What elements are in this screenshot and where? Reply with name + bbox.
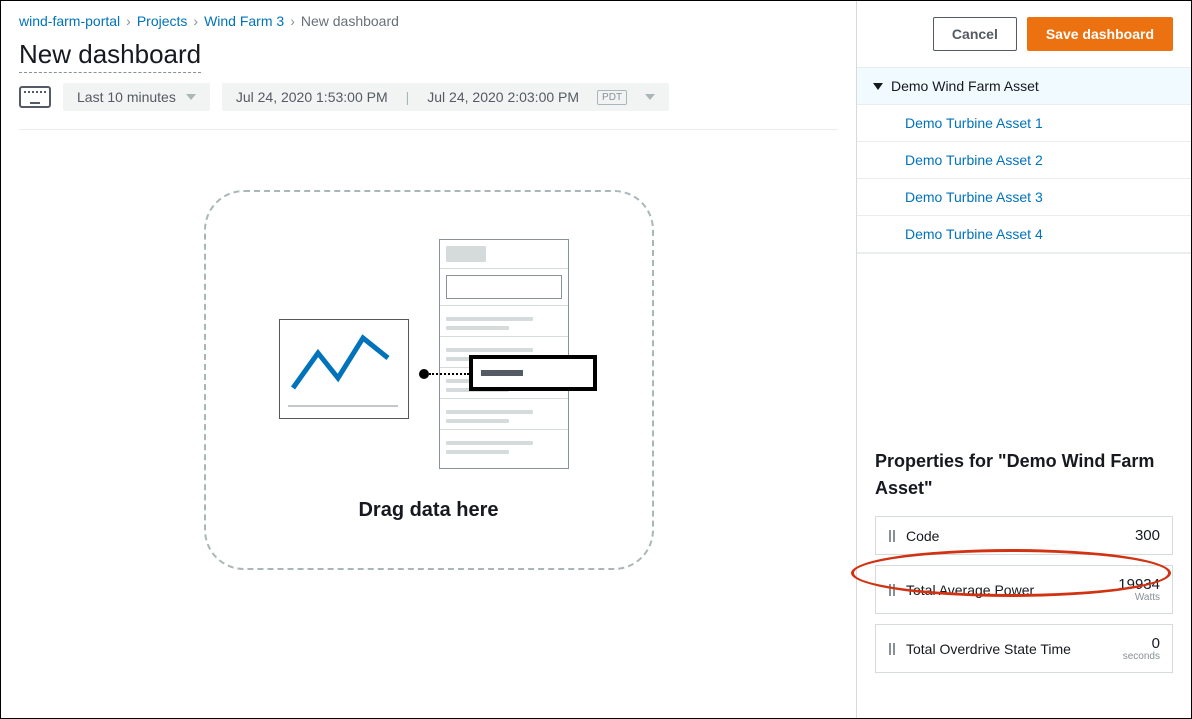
breadcrumb-link-portal[interactable]: wind-farm-portal bbox=[19, 13, 120, 29]
chevron-down-icon bbox=[873, 83, 883, 90]
chevron-right-icon: › bbox=[290, 13, 295, 29]
time-toolbar: Last 10 minutes Jul 24, 2020 1:53:00 PM … bbox=[19, 83, 838, 111]
dropzone-illustration bbox=[279, 239, 579, 469]
time-range-absolute[interactable]: Jul 24, 2020 1:53:00 PM | Jul 24, 2020 2… bbox=[222, 83, 669, 111]
asset-tree-item[interactable]: Demo Turbine Asset 1 bbox=[857, 105, 1191, 142]
keyboard-icon[interactable] bbox=[19, 86, 51, 108]
divider: | bbox=[406, 89, 410, 105]
breadcrumb-current: New dashboard bbox=[301, 13, 399, 29]
drag-handle-icon[interactable] bbox=[888, 530, 896, 542]
asset-tree-root[interactable]: Demo Wind Farm Asset bbox=[857, 68, 1191, 105]
asset-tree-item[interactable]: Demo Turbine Asset 4 bbox=[857, 216, 1191, 253]
action-bar: Cancel Save dashboard bbox=[857, 1, 1191, 68]
dropzone-message: Drag data here bbox=[358, 499, 498, 522]
property-value: 300 bbox=[1135, 527, 1160, 544]
breadcrumb-link-projects[interactable]: Projects bbox=[137, 13, 188, 29]
breadcrumb-link-windfarm3[interactable]: Wind Farm 3 bbox=[204, 13, 284, 29]
asset-root-label: Demo Wind Farm Asset bbox=[891, 78, 1039, 94]
property-unit: Watts bbox=[1118, 593, 1160, 603]
property-label: Code bbox=[906, 528, 1135, 544]
properties-panel: Properties for "Demo Wind Farm Asset" Co… bbox=[857, 434, 1191, 683]
properties-heading: Properties for "Demo Wind Farm Asset" bbox=[875, 448, 1173, 502]
time-from: Jul 24, 2020 1:53:00 PM bbox=[236, 89, 388, 105]
property-unit: seconds bbox=[1123, 652, 1160, 662]
dashboard-dropzone[interactable]: Drag data here bbox=[204, 190, 654, 570]
property-label: Total Average Power bbox=[906, 582, 1118, 598]
chevron-down-icon bbox=[645, 94, 655, 100]
cancel-button[interactable]: Cancel bbox=[933, 17, 1017, 51]
asset-tree-item[interactable]: Demo Turbine Asset 3 bbox=[857, 179, 1191, 216]
chevron-right-icon: › bbox=[126, 13, 131, 29]
timezone-badge: PDT bbox=[597, 90, 627, 105]
chevron-down-icon bbox=[186, 94, 196, 100]
property-value: 0 bbox=[1152, 635, 1160, 652]
divider bbox=[19, 129, 838, 130]
asset-tree: Demo Wind Farm Asset Demo Turbine Asset … bbox=[857, 68, 1191, 254]
drag-handle-icon[interactable] bbox=[888, 643, 896, 655]
property-label: Total Overdrive State Time bbox=[906, 641, 1123, 657]
time-range-dropdown[interactable]: Last 10 minutes bbox=[63, 83, 210, 111]
drag-handle-icon[interactable] bbox=[888, 584, 896, 596]
property-row-code[interactable]: Code 300 bbox=[875, 516, 1173, 555]
page-title[interactable]: New dashboard bbox=[19, 39, 201, 73]
property-row-total-average-power[interactable]: Total Average Power 19934 Watts bbox=[875, 565, 1173, 614]
time-range-label: Last 10 minutes bbox=[77, 89, 176, 105]
chevron-right-icon: › bbox=[193, 13, 198, 29]
sidebar: Cancel Save dashboard Demo Wind Farm Ass… bbox=[857, 1, 1191, 718]
asset-tree-item[interactable]: Demo Turbine Asset 2 bbox=[857, 142, 1191, 179]
time-to: Jul 24, 2020 2:03:00 PM bbox=[427, 89, 579, 105]
breadcrumb: wind-farm-portal › Projects › Wind Farm … bbox=[19, 13, 838, 29]
property-value: 19934 bbox=[1118, 576, 1160, 593]
save-dashboard-button[interactable]: Save dashboard bbox=[1027, 17, 1173, 51]
property-row-total-overdrive-state-time[interactable]: Total Overdrive State Time 0 seconds bbox=[875, 624, 1173, 673]
